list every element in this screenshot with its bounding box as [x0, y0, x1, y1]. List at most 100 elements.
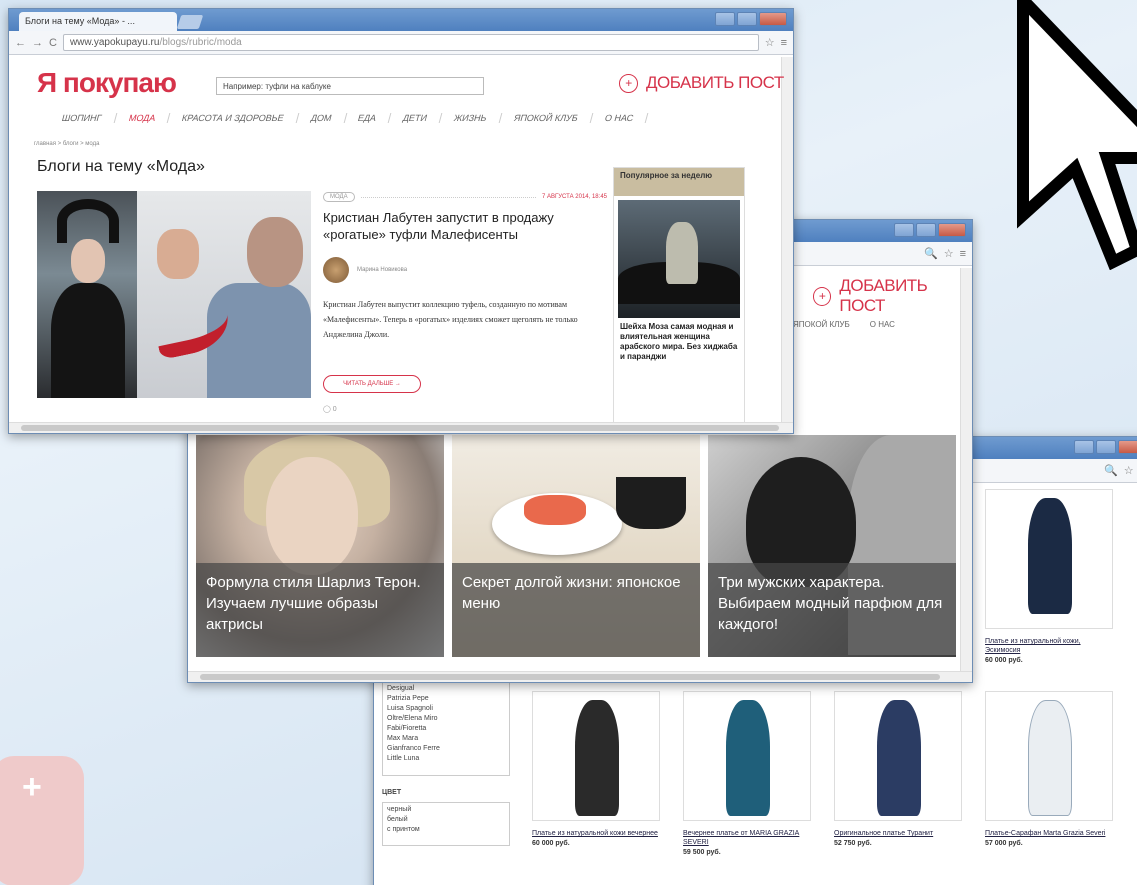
- menu-icon[interactable]: ≡: [781, 37, 787, 49]
- slide-caption[interactable]: Секрет долгой жизни: японское меню: [452, 563, 700, 657]
- brand-option[interactable]: Fabi/Fioretta: [387, 724, 505, 734]
- slide-caption[interactable]: Формула стиля Шарлиз Терон. Изучаем лучш…: [196, 563, 444, 657]
- nav-item[interactable]: О НАС: [590, 113, 649, 123]
- back-icon[interactable]: ←: [15, 37, 26, 49]
- nav-item[interactable]: О НАС: [870, 320, 895, 329]
- brand-option[interactable]: Little Luna: [387, 754, 505, 764]
- color-option[interactable]: белый: [387, 815, 505, 825]
- breadcrumb[interactable]: главная > блоги > мода: [34, 141, 99, 147]
- horizontal-scrollbar[interactable]: [188, 671, 972, 682]
- popular-text[interactable]: Шейха Моза самая модная и влиятельная же…: [614, 318, 744, 366]
- brand-option[interactable]: Desigual: [387, 684, 505, 694]
- star-icon[interactable]: ☆: [944, 247, 954, 260]
- product-image: [575, 700, 619, 816]
- zoom-icon[interactable]: 🔍: [924, 247, 938, 260]
- product-price: 52 750 руб.: [834, 840, 872, 847]
- product-card[interactable]: Оригинальное платье Туранит 52 750 руб.: [834, 691, 962, 847]
- author-name: Марина Новикова: [357, 267, 408, 273]
- brand-option[interactable]: Gianfranco Ferre: [387, 744, 505, 754]
- plus-circle-icon: +: [619, 73, 638, 93]
- horizontal-scrollbar[interactable]: [9, 422, 793, 433]
- brand-option[interactable]: Patrizia Pepe: [387, 694, 505, 704]
- plus-circle-icon: +: [813, 286, 832, 306]
- avatar: [323, 257, 349, 283]
- forward-icon[interactable]: →: [32, 37, 43, 49]
- product-name[interactable]: Платье из натуральной кожи вечернее: [532, 829, 660, 838]
- add-post-label: ДОБАВИТЬ ПОСТ: [839, 276, 928, 315]
- article-date: 7 АВГУСТА 2014, 18:45: [541, 194, 607, 200]
- address-bar: ← → C www.yapokupayu.ru/blogs/rubric/mod…: [9, 31, 793, 55]
- nav-item-active[interactable]: МОДА: [114, 113, 171, 123]
- category-tag[interactable]: МОДА: [323, 192, 355, 202]
- color-option[interactable]: с принтом: [387, 825, 505, 835]
- slide-card[interactable]: Секрет долгой жизни: японское меню: [452, 435, 700, 657]
- menu-icon[interactable]: ≡: [960, 248, 966, 260]
- main-nav: ЯПОКОЙ КЛУБ О НАС: [793, 320, 895, 329]
- nav-item[interactable]: ЯПОКОЙ КЛУБ: [793, 320, 850, 329]
- color-filter-header[interactable]: ЦВЕТ: [382, 788, 510, 798]
- comment-icon: ◯: [323, 406, 331, 413]
- article-meta: МОДА 7 АВГУСТА 2014, 18:45: [323, 192, 607, 202]
- plus-icon: +: [22, 768, 42, 806]
- add-post-label: ДОБАВИТЬ ПОСТ: [646, 73, 784, 92]
- article-excerpt: Кристиан Лабутен выпустит коллекцию туфе…: [323, 300, 578, 339]
- product-image: [877, 700, 921, 816]
- add-post-button[interactable]: + ДОБАВИТЬ ПОСТ: [619, 73, 784, 93]
- color-option[interactable]: черный: [387, 805, 505, 815]
- product-name[interactable]: Платье-Сарафан Marta Grazia Severi: [985, 829, 1113, 838]
- article-image[interactable]: [37, 191, 311, 398]
- nav-item[interactable]: ЯПОКОЙ КЛУБ: [499, 113, 594, 123]
- product-card[interactable]: Платье-Сарафан Marta Grazia Severi 57 00…: [985, 691, 1113, 847]
- comment-count[interactable]: ◯ 0: [323, 405, 337, 413]
- slide-card[interactable]: Формула стиля Шарлиз Терон. Изучаем лучш…: [196, 435, 444, 657]
- nav-item[interactable]: ЕДА: [343, 113, 392, 123]
- brand-option[interactable]: Luisa Spagnoli: [387, 704, 505, 714]
- article-title[interactable]: Кристиан Лабутен запустит в продажу «рог…: [323, 209, 605, 243]
- product-image: [1028, 498, 1072, 614]
- popular-image[interactable]: [618, 200, 740, 318]
- brand-option[interactable]: Max Mara: [387, 734, 505, 744]
- page-title: Блоги на тему «Мода»: [37, 158, 205, 175]
- browser-window-blog: Блоги на тему «Мода» - ... ← → C www.yap…: [8, 8, 794, 434]
- nav-item[interactable]: КРАСОТА И ЗДОРОВЬЕ: [167, 113, 299, 123]
- product-name[interactable]: Платье из натуральной кожи, Эскимосия: [985, 637, 1113, 655]
- window-controls[interactable]: [894, 223, 966, 237]
- nav-item[interactable]: ШОПИНГ: [47, 113, 117, 123]
- add-post-button[interactable]: + ДОБАВИТЬ ПОСТ: [813, 276, 972, 316]
- product-price: 57 000 руб.: [985, 840, 1023, 847]
- product-name[interactable]: Оригинальное платье Туранит: [834, 829, 962, 838]
- brand-option[interactable]: Oltre/Elena Miro: [387, 714, 505, 724]
- window-controls[interactable]: [715, 12, 787, 26]
- slide-card[interactable]: Три мужских характера. Выбираем модный п…: [708, 435, 956, 657]
- filter-panel: Desigual Patrizia Pepe Luisa Spagnoli Ol…: [382, 681, 510, 846]
- product-name[interactable]: Вечернее платье от MARIA GRAZIA SEVERI: [683, 829, 811, 847]
- search-input[interactable]: Например: туфли на каблуке: [216, 77, 484, 95]
- product-price: 59 500 руб.: [683, 849, 721, 856]
- product-card[interactable]: Платье из натуральной кожи, Эскимосия 60…: [985, 489, 1113, 664]
- pink-app-icon: +: [0, 756, 84, 885]
- star-icon[interactable]: ☆: [765, 36, 775, 49]
- url-input[interactable]: www.yapokupayu.ru/blogs/rubric/moda: [62, 34, 759, 51]
- star-icon[interactable]: ☆: [1124, 464, 1134, 477]
- product-card[interactable]: Вечернее платье от MARIA GRAZIA SEVERI 5…: [683, 691, 811, 856]
- browser-tab[interactable]: Блоги на тему «Мода» - ...: [19, 12, 177, 31]
- site-logo[interactable]: Я покупаю: [37, 67, 177, 99]
- article-author[interactable]: Марина Новикова: [323, 257, 407, 283]
- zoom-icon[interactable]: 🔍: [1104, 464, 1118, 477]
- vertical-scrollbar[interactable]: [960, 268, 972, 678]
- nav-item[interactable]: ДОМ: [296, 113, 347, 123]
- reload-icon[interactable]: C: [49, 37, 57, 49]
- read-more-button[interactable]: ЧИТАТЬ ДАЛЬШЕ →: [323, 375, 421, 393]
- new-tab-button[interactable]: [176, 15, 204, 29]
- product-image: [1028, 700, 1072, 816]
- slide-caption[interactable]: Три мужских характера. Выбираем модный п…: [708, 563, 956, 657]
- vertical-scrollbar[interactable]: [781, 57, 793, 423]
- nav-item[interactable]: ДЕТИ: [389, 113, 443, 123]
- product-image: [726, 700, 770, 816]
- color-filter-list[interactable]: черный белый с принтом: [382, 802, 510, 846]
- product-card[interactable]: Платье из натуральной кожи вечернее 60 0…: [532, 691, 660, 847]
- nav-item[interactable]: ЖИЗНЬ: [440, 113, 503, 123]
- main-nav: ШОПИНГ МОДА КРАСОТА И ЗДОРОВЬЕ ДОМ ЕДА Д…: [47, 113, 649, 123]
- brand-filter-list[interactable]: Desigual Patrizia Pepe Luisa Spagnoli Ol…: [382, 681, 510, 776]
- window-controls[interactable]: [1074, 440, 1137, 454]
